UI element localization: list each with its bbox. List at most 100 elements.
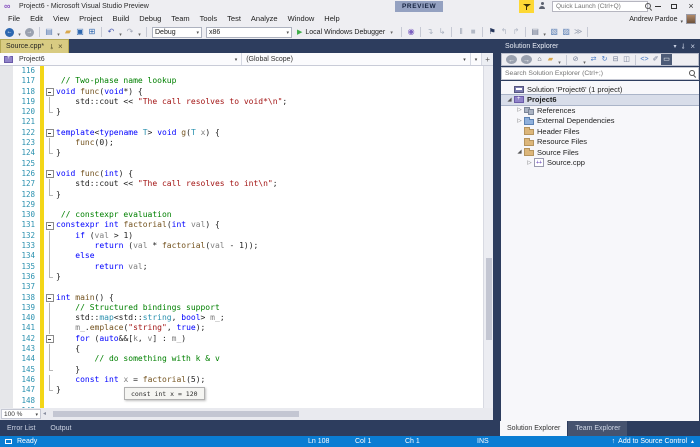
avatar[interactable] <box>686 14 696 24</box>
solution-explorer-search-input[interactable] <box>502 69 688 78</box>
split-window-grip[interactable] <box>482 53 493 65</box>
dropdown-caret-icon[interactable] <box>556 51 563 69</box>
previous-bookmark-icon[interactable]: ↰ <box>498 25 510 39</box>
se-forward-icon[interactable]: → <box>521 55 532 64</box>
code-text[interactable]: std::cout << "The call resolves to int\n… <box>56 179 483 189</box>
code-line[interactable]: 138int main() { <box>0 293 483 303</box>
tab-source-cpp[interactable]: Source.cpp* <box>0 39 69 53</box>
start-debugging-button[interactable]: ▶Local Windows Debugger <box>294 28 398 36</box>
breakpoint-margin[interactable] <box>0 179 13 189</box>
code-text[interactable]: { <box>56 344 483 354</box>
outlining-collapse-icon[interactable] <box>44 128 56 138</box>
se-back-icon[interactable]: ← <box>506 55 517 64</box>
code-line[interactable]: 124} <box>0 148 483 158</box>
minimize-button[interactable] <box>651 0 665 13</box>
indent-icon[interactable]: ≫ <box>572 25 584 39</box>
code-text[interactable]: void func(int) { <box>56 169 483 179</box>
scrollbar-thumb[interactable] <box>53 411 299 417</box>
member-dropdown[interactable] <box>471 53 483 65</box>
open-file-icon[interactable]: ▰ <box>62 25 74 39</box>
scrollbar-thumb[interactable] <box>486 258 492 340</box>
code-line[interactable]: 127 std::cout << "The call resolves to i… <box>0 179 483 189</box>
breakpoint-margin[interactable] <box>0 396 13 406</box>
code-text[interactable] <box>56 396 483 406</box>
code-line[interactable]: 132 if (val > 1) <box>0 231 483 241</box>
dropdown-caret-icon[interactable] <box>286 29 289 36</box>
breakpoint-margin[interactable] <box>0 128 13 138</box>
breakpoint-margin[interactable] <box>0 159 13 169</box>
code-line[interactable]: 137 <box>0 282 483 292</box>
code-text[interactable]: func(0); <box>56 138 483 148</box>
dropdown-caret-icon[interactable] <box>196 29 199 36</box>
navigate-backward-icon[interactable]: ← <box>5 28 14 37</box>
code-line[interactable]: 116 <box>0 66 483 76</box>
tree-item-source-files[interactable]: ◢Source Files <box>501 147 699 158</box>
breakpoint-margin[interactable] <box>0 365 13 375</box>
code-text[interactable] <box>56 66 483 76</box>
breakpoint-margin[interactable] <box>0 262 13 272</box>
code-text[interactable]: } <box>56 107 483 117</box>
breakpoint-margin[interactable] <box>0 76 13 86</box>
preview-selected-items-icon[interactable]: ▭ <box>661 54 672 65</box>
breakpoint-margin[interactable] <box>0 169 13 179</box>
solution-explorer-search[interactable] <box>501 67 699 80</box>
breakpoint-margin[interactable] <box>0 117 13 127</box>
home-icon[interactable]: ⌂ <box>534 54 545 65</box>
new-file-icon[interactable]: ▤ <box>43 25 55 39</box>
tree-item-source-cpp[interactable]: ▷++Source.cpp <box>501 158 699 169</box>
code-line[interactable]: 118void func(void*) { <box>0 87 483 97</box>
pending-changes-filter-icon[interactable]: ⊘ <box>570 54 581 65</box>
show-all-files-icon[interactable]: ◫ <box>621 54 632 65</box>
code-text[interactable] <box>56 282 483 292</box>
code-line[interactable]: 145 } <box>0 365 483 375</box>
code-line[interactable]: 117 // Two-phase name lookup <box>0 76 483 86</box>
close-button[interactable] <box>684 0 698 13</box>
vertical-scrollbar[interactable] <box>483 66 493 408</box>
code-line[interactable]: 140 std::map<std::string, bool> m_; <box>0 313 483 323</box>
save-icon[interactable]: ▣ <box>74 25 86 39</box>
code-line[interactable]: 139 // Structured bindings support <box>0 303 483 313</box>
breakpoint-margin[interactable] <box>0 210 13 220</box>
breakpoint-margin[interactable] <box>0 66 13 76</box>
scope-dropdown[interactable]: (Global Scope) <box>242 53 471 65</box>
code-text[interactable]: void func(void*) { <box>56 87 483 97</box>
output-window-icon[interactable] <box>5 439 12 444</box>
tab-solution-explorer[interactable]: Solution Explorer <box>500 421 567 436</box>
breakpoint-margin[interactable] <box>0 293 13 303</box>
breakpoint-margin[interactable] <box>0 375 13 385</box>
breakpoint-margin[interactable] <box>0 251 13 261</box>
uncomment-icon[interactable]: ▨ <box>560 25 572 39</box>
tree-item-resource-files[interactable]: Resource Files <box>501 137 699 148</box>
breakpoint-margin[interactable] <box>0 323 13 333</box>
notifications-flag-button[interactable] <box>519 0 534 13</box>
tree-item-references[interactable]: ▷References <box>501 105 699 116</box>
sync-with-active-document-icon[interactable]: ⇄ <box>588 54 599 65</box>
code-text[interactable]: } <box>56 272 483 282</box>
code-line[interactable]: 119 std::cout << "The call resolves to v… <box>0 97 483 107</box>
menu-tools[interactable]: Tools <box>195 13 223 25</box>
code-line[interactable]: 144 // do something with k & v <box>0 354 483 364</box>
menu-window[interactable]: Window <box>283 13 320 25</box>
outlining-collapse-icon[interactable] <box>44 293 56 303</box>
code-lines[interactable]: 116117 // Two-phase name lookup118void f… <box>0 66 483 408</box>
tab-team-explorer[interactable]: Team Explorer <box>568 421 627 436</box>
breakpoint-margin[interactable] <box>0 354 13 364</box>
code-line[interactable]: 142 for (auto&&[k, v] : m_) <box>0 334 483 344</box>
code-line[interactable]: 143 { <box>0 344 483 354</box>
restore-button[interactable] <box>667 0 681 13</box>
zoom-selector[interactable]: 100 % <box>1 409 41 419</box>
breakpoint-margin[interactable] <box>0 313 13 323</box>
code-text[interactable]: // Structured bindings support <box>56 303 483 313</box>
code-text[interactable]: int main() { <box>56 293 483 303</box>
tab-error-list[interactable]: Error List <box>7 425 35 432</box>
code-text[interactable]: return (val * factorial(val - 1)); <box>56 241 483 251</box>
menu-team[interactable]: Team <box>166 13 194 25</box>
breakpoint-margin[interactable] <box>0 334 13 344</box>
project-dropdown[interactable]: Project6 <box>0 53 242 65</box>
breakpoint-margin[interactable] <box>0 200 13 210</box>
code-line[interactable]: 125 <box>0 159 483 169</box>
expander-open-icon[interactable]: ◢ <box>505 97 514 103</box>
breakpoint-margin[interactable] <box>0 87 13 97</box>
document-outline-icon[interactable]: ▤ <box>529 25 541 39</box>
switch-views-icon[interactable]: ▰ <box>545 54 556 65</box>
